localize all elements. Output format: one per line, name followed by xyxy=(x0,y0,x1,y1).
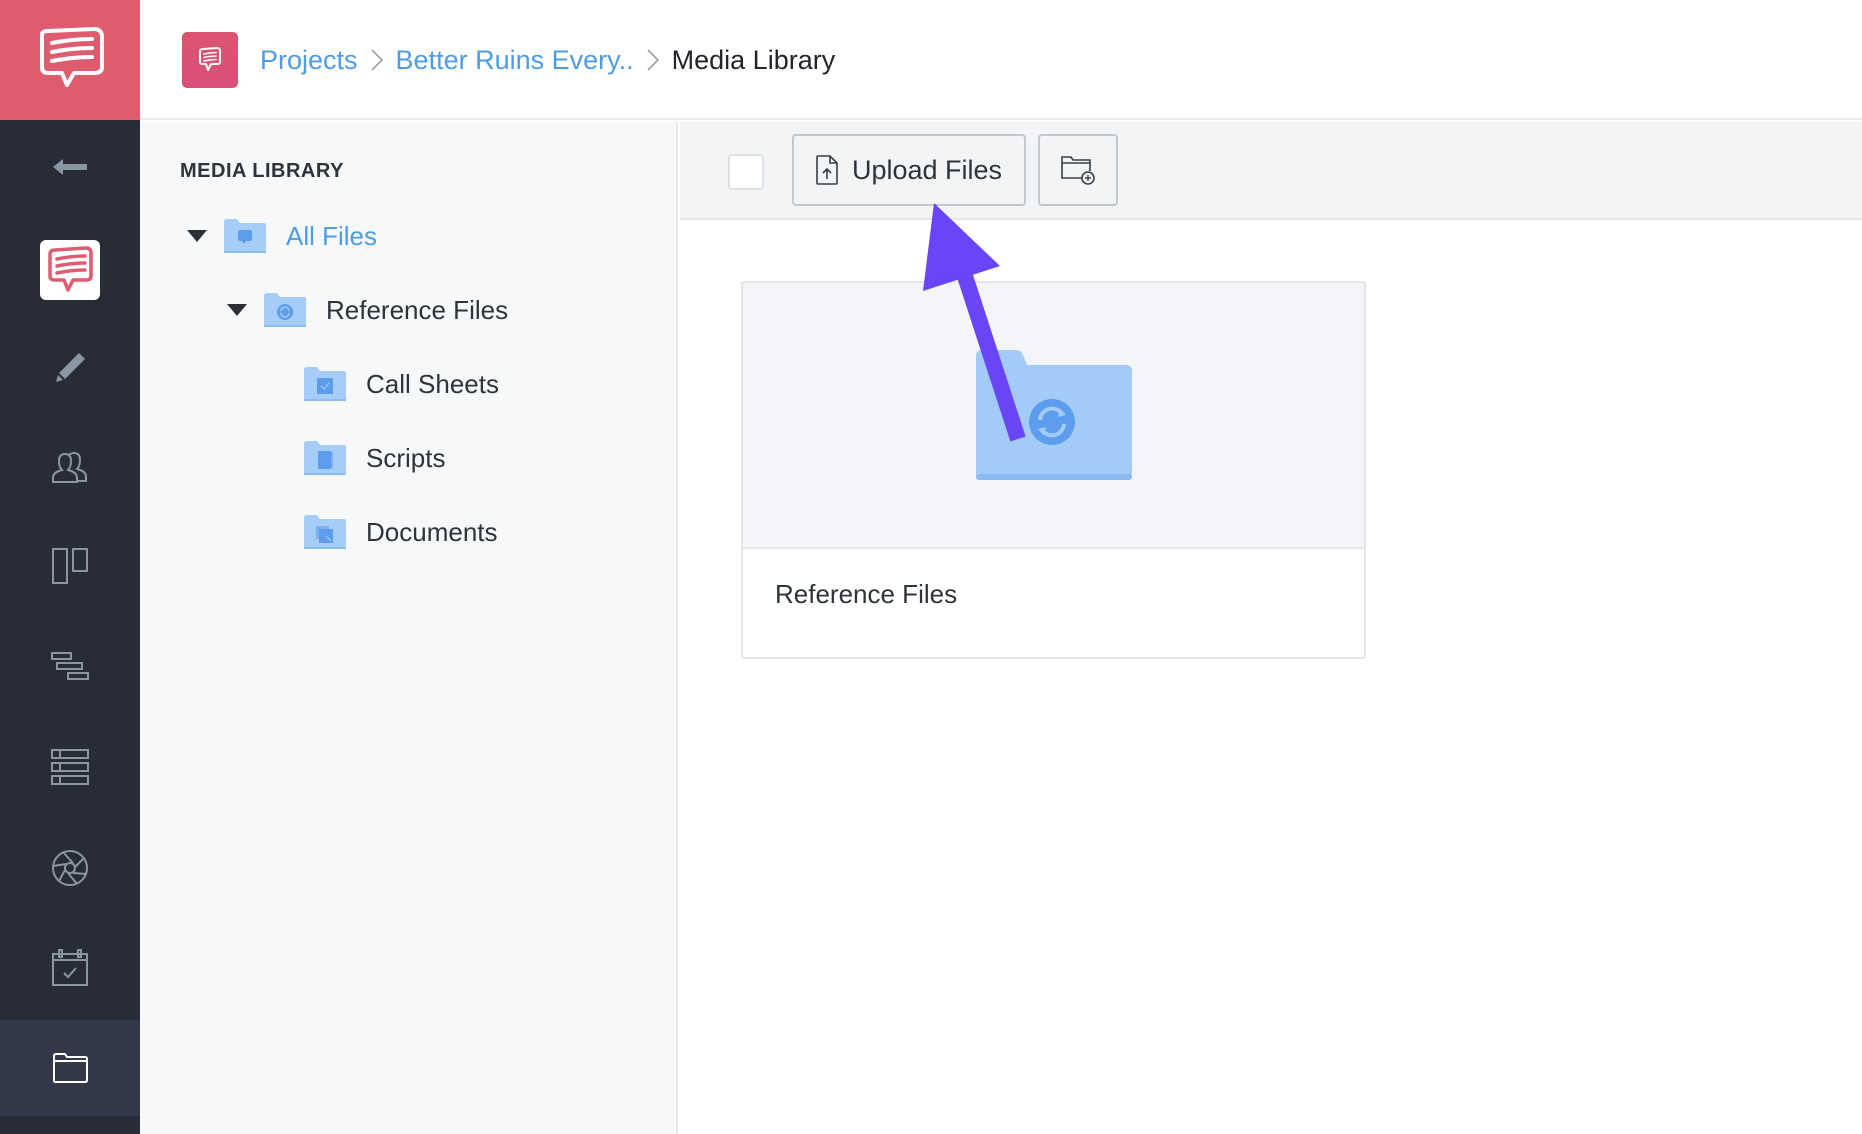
folder-sync-icon xyxy=(264,293,306,327)
file-upload-icon xyxy=(816,155,838,185)
folder-card[interactable]: Reference Files xyxy=(741,281,1366,659)
folder-icon xyxy=(53,1053,88,1083)
left-nav xyxy=(0,0,140,1134)
aperture-icon xyxy=(52,850,88,886)
tree-item-all-files[interactable]: All Files xyxy=(186,211,377,261)
breadcrumb: Projects Better Ruins Every.. Media Libr… xyxy=(260,40,835,80)
chevron-right-icon xyxy=(370,48,384,72)
tree-item-call-sheets[interactable]: Call Sheets xyxy=(304,359,499,409)
media-content: Reference Files xyxy=(680,222,1862,1134)
tree-item-label: Call Sheets xyxy=(366,368,499,399)
caret-down-icon[interactable] xyxy=(226,303,248,317)
nav-shots[interactable] xyxy=(0,820,140,916)
gantt-icon xyxy=(51,652,89,680)
tree-item-label: Reference Files xyxy=(326,294,509,325)
folder-tree-panel: MEDIA LIBRARY All Files Reference Files … xyxy=(140,122,678,1134)
tree-item-documents[interactable]: Documents xyxy=(304,507,498,557)
breadcrumb-projects[interactable]: Projects xyxy=(260,45,358,76)
users-icon xyxy=(52,451,87,483)
folder-script-icon xyxy=(304,441,346,475)
tree-item-label: Scripts xyxy=(366,442,446,473)
folder-speech-bubble-icon xyxy=(224,219,266,253)
upload-files-label: Upload Files xyxy=(851,154,1003,185)
speech-bubble-logo-icon xyxy=(40,27,104,87)
project-logo[interactable] xyxy=(182,32,238,88)
breadcrumb-current: Media Library xyxy=(671,44,836,75)
new-folder-button[interactable] xyxy=(1038,134,1118,206)
nav-timeline[interactable] xyxy=(0,619,140,715)
select-all-checkbox[interactable] xyxy=(728,154,764,190)
nav-team[interactable] xyxy=(0,420,140,516)
tree-item-scripts[interactable]: Scripts xyxy=(304,433,445,483)
toolbar: Upload Files xyxy=(680,122,1862,220)
caret-down-icon[interactable] xyxy=(186,229,208,243)
tree-item-label: All Files xyxy=(286,220,378,251)
breadcrumb-project[interactable]: Better Ruins Every.. xyxy=(396,45,634,76)
list-icon xyxy=(51,749,89,785)
nav-project-overview[interactable] xyxy=(0,222,140,318)
calendar-check-icon xyxy=(52,949,88,986)
nav-edit[interactable] xyxy=(0,320,140,416)
nav-board[interactable] xyxy=(0,518,140,614)
nav-list[interactable] xyxy=(0,719,140,815)
tree-title: MEDIA LIBRARY xyxy=(180,160,344,182)
arrow-left-icon xyxy=(53,159,87,175)
speech-bubble-icon xyxy=(199,47,221,71)
board-icon xyxy=(52,548,88,584)
folder-card-thumbnail xyxy=(743,283,1364,549)
nav-calendar[interactable] xyxy=(0,920,140,1016)
folder-add-icon xyxy=(1061,156,1095,185)
project-logo-icon xyxy=(40,240,100,300)
folder-sync-icon xyxy=(975,350,1132,480)
chevron-right-icon xyxy=(646,48,660,72)
tree-item-reference-files[interactable]: Reference Files xyxy=(226,285,508,335)
folder-calendar-icon xyxy=(304,367,346,401)
folder-documents-icon xyxy=(304,515,346,549)
brand-logo[interactable] xyxy=(0,0,140,120)
header: Projects Better Ruins Every.. Media Libr… xyxy=(140,0,1862,120)
folder-card-name: Reference Files xyxy=(775,579,958,609)
upload-files-button[interactable]: Upload Files xyxy=(792,134,1026,206)
nav-files[interactable] xyxy=(0,1020,140,1116)
nav-back[interactable] xyxy=(0,119,140,215)
pencil-icon xyxy=(56,353,85,382)
tree-item-label: Documents xyxy=(366,516,498,547)
